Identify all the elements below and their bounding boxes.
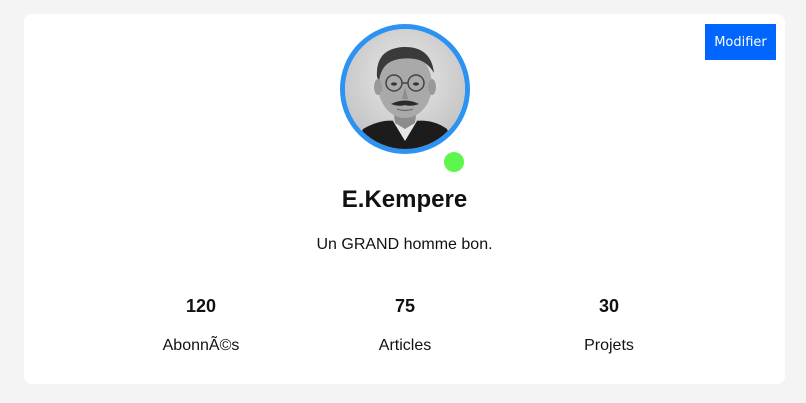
online-status-dot <box>444 152 464 172</box>
stat-projects: 30 Projets <box>509 295 709 375</box>
stat-value: 75 <box>394 296 416 316</box>
profile-card: Modifier E.Kempere Un GRAND homme bon. 1… <box>24 14 785 384</box>
profile-bio: Un GRAND homme bon. <box>316 236 493 253</box>
profile-photo-icon <box>345 29 465 149</box>
avatar <box>340 24 470 154</box>
stat-value: 30 <box>598 296 620 316</box>
stat-label: Articles <box>378 337 432 354</box>
stat-articles: 75 Articles <box>305 295 505 375</box>
stats-row: 120 AbonnÃ©s 75 Articles 30 Projets <box>101 295 709 375</box>
stat-followers: 120 AbonnÃ©s <box>101 295 301 375</box>
avatar-container <box>340 24 470 172</box>
stat-label: Projets <box>584 337 634 354</box>
edit-profile-button[interactable]: Modifier <box>705 24 776 60</box>
stat-value: 120 <box>185 296 217 316</box>
stat-label: AbonnÃ©s <box>162 337 240 354</box>
profile-name: E.Kempere <box>341 186 468 213</box>
